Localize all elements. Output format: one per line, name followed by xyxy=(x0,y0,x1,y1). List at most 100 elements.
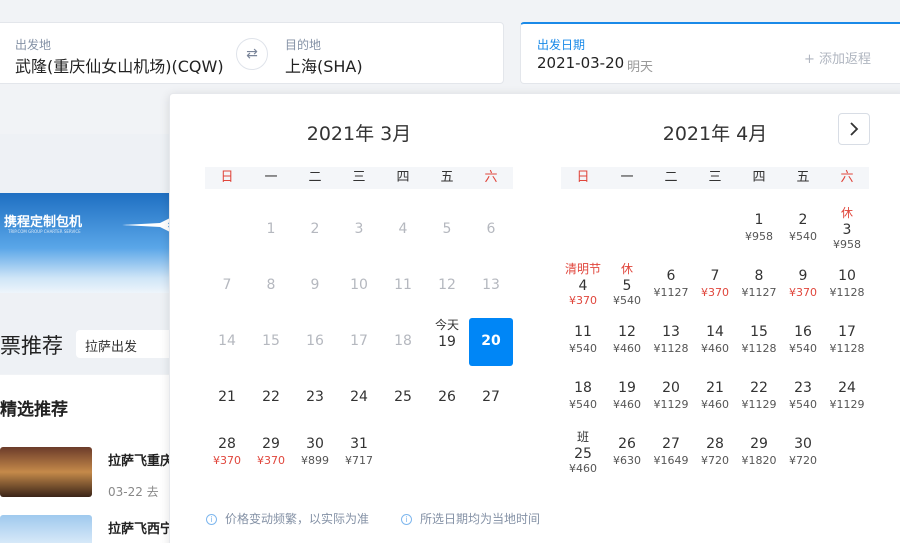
weekday-header: 日一二三四五六 xyxy=(205,167,513,189)
date-number: 17 xyxy=(838,324,856,340)
date-cell[interactable]: 7 ¥370 xyxy=(693,262,737,310)
date-price: ¥717 xyxy=(345,454,373,467)
info-icon: i xyxy=(401,514,412,525)
date-tag: 休 xyxy=(840,206,853,220)
date-cell[interactable]: 19 ¥460 xyxy=(605,374,649,422)
date-cell[interactable]: 16 ¥540 xyxy=(781,318,825,366)
date-number: 29 xyxy=(750,436,768,452)
date-cell[interactable]: 22 xyxy=(249,374,293,422)
date-cell[interactable]: 休 5 ¥540 xyxy=(605,262,649,310)
date-number: 7 xyxy=(710,268,720,284)
date-number: 9 xyxy=(798,268,808,284)
date-cell[interactable]: 清明节 4 ¥370 xyxy=(561,262,605,310)
date-cell[interactable]: 1 ¥958 xyxy=(737,206,781,254)
date-cell: 13 xyxy=(469,262,513,310)
date-number: 28 xyxy=(218,436,236,452)
date-number: 16 xyxy=(306,333,324,349)
date-cell[interactable]: 17 ¥1128 xyxy=(825,318,869,366)
weekday-label: 日 xyxy=(576,170,590,185)
date-picker-popup: 2021年 3月 2021年 4月 日一二三四五六 日一二三四五六 123456… xyxy=(169,93,900,543)
date-cell[interactable]: 28 ¥720 xyxy=(693,430,737,478)
add-return-button[interactable]: + 添加返程 xyxy=(804,48,871,67)
featured-title: 精选推荐 xyxy=(0,400,68,420)
date-cell[interactable]: 9 ¥370 xyxy=(781,262,825,310)
date-cell[interactable]: 13 ¥1128 xyxy=(649,318,693,366)
weekday-label: 一 xyxy=(264,170,278,185)
swap-icon[interactable]: ⇄ xyxy=(236,38,268,70)
date-cell[interactable]: 23 ¥540 xyxy=(781,374,825,422)
departure-city-select[interactable]: 拉萨出发 xyxy=(76,330,176,358)
date-cell[interactable]: 30 ¥899 xyxy=(293,430,337,478)
date-number: 28 xyxy=(706,436,724,452)
date-cell[interactable]: 20 ¥1129 xyxy=(649,374,693,422)
date-cell[interactable]: 14 ¥460 xyxy=(693,318,737,366)
date-cell[interactable]: 26 xyxy=(425,374,469,422)
date-cell[interactable]: 23 xyxy=(293,374,337,422)
price-note-text: 价格变动频繁，以实际为准 xyxy=(225,512,370,526)
date-cell[interactable]: 休 3 ¥958 xyxy=(825,206,869,254)
date-cell[interactable]: 今天 19 xyxy=(425,318,469,366)
price-note: i 价格变动频繁，以实际为准 xyxy=(206,510,369,527)
date-cell[interactable]: 8 ¥1127 xyxy=(737,262,781,310)
weekday-label: 六 xyxy=(484,170,498,185)
weekday-label: 五 xyxy=(440,170,454,185)
date-cell[interactable]: 25 xyxy=(381,374,425,422)
date-cell[interactable]: 10 ¥1128 xyxy=(825,262,869,310)
from-field[interactable]: 武隆(重庆仙女山机场)(CQW) xyxy=(15,53,224,77)
date-cell[interactable]: 6 ¥1127 xyxy=(649,262,693,310)
list-item-title[interactable]: 拉萨飞重庆 xyxy=(108,450,173,469)
date-number: 25 xyxy=(394,389,412,405)
date-number: 26 xyxy=(438,389,456,405)
date-number: 20 xyxy=(481,333,501,349)
date-cell[interactable]: 30 ¥720 xyxy=(781,430,825,478)
date-cell[interactable]: 27 xyxy=(469,374,513,422)
date-cell[interactable]: 29 ¥1820 xyxy=(737,430,781,478)
date-number: 23 xyxy=(794,380,812,396)
date-cell: 6 xyxy=(469,206,513,254)
date-tag: 清明节 xyxy=(564,262,601,276)
departure-date-box[interactable]: 出发日期 2021-03-20 明天 + 添加返程 xyxy=(520,22,900,84)
date-cell[interactable]: 22 ¥1129 xyxy=(737,374,781,422)
weekday-header: 日一二三四五六 xyxy=(561,167,869,189)
date-price: ¥1129 xyxy=(829,398,865,411)
potala-thumbnail[interactable] xyxy=(0,447,92,497)
date-cell: 12 xyxy=(425,262,469,310)
date-field[interactable]: 2021-03-20 xyxy=(537,54,624,72)
date-cell[interactable]: 31 ¥717 xyxy=(337,430,381,478)
date-cell[interactable]: 24 ¥1129 xyxy=(825,374,869,422)
date-number: 31 xyxy=(350,436,368,452)
date-cell[interactable]: 12 ¥460 xyxy=(605,318,649,366)
date-price: ¥1128 xyxy=(829,342,865,355)
date-cell: 1 xyxy=(249,206,293,254)
date-cell[interactable]: 15 ¥1128 xyxy=(737,318,781,366)
date-cell[interactable]: 21 ¥460 xyxy=(693,374,737,422)
month-title-march: 2021年 3月 xyxy=(306,123,412,145)
list-item-title[interactable]: 拉萨飞西宁 xyxy=(108,518,173,537)
date-cell: 8 xyxy=(249,262,293,310)
date-number: 8 xyxy=(754,268,764,284)
date-cell[interactable]: 26 ¥630 xyxy=(605,430,649,478)
date-number: 1 xyxy=(266,221,276,237)
date-number: 24 xyxy=(350,389,368,405)
next-month-button[interactable] xyxy=(838,113,870,145)
date-cell: 4 xyxy=(381,206,425,254)
date-cell[interactable]: 29 ¥370 xyxy=(249,430,293,478)
sky-thumbnail[interactable] xyxy=(0,515,92,543)
date-cell[interactable]: 班 25 ¥460 xyxy=(561,430,605,478)
selected-date-cell[interactable]: 20 xyxy=(469,318,513,366)
timezone-note-text: 所选日期均为当地时间 xyxy=(420,512,541,526)
date-number: 7 xyxy=(222,277,232,293)
date-cell[interactable]: 24 xyxy=(337,374,381,422)
date-cell: 2 xyxy=(293,206,337,254)
date-cell[interactable]: 21 xyxy=(205,374,249,422)
date-cell[interactable]: 28 ¥370 xyxy=(205,430,249,478)
to-field[interactable]: 上海(SHA) xyxy=(285,53,363,77)
charter-banner[interactable]: 携程定制包机 TRIP.COM GROUP CHARTER SERVICE xyxy=(0,193,170,293)
date-tag: 今天 xyxy=(434,318,459,332)
date-hint: 明天 xyxy=(627,60,654,75)
date-cell[interactable]: 18 ¥540 xyxy=(561,374,605,422)
date-cell[interactable]: 2 ¥540 xyxy=(781,206,825,254)
date-cell[interactable]: 11 ¥540 xyxy=(561,318,605,366)
date-cell[interactable]: 27 ¥1649 xyxy=(649,430,693,478)
date-number: 18 xyxy=(574,380,592,396)
